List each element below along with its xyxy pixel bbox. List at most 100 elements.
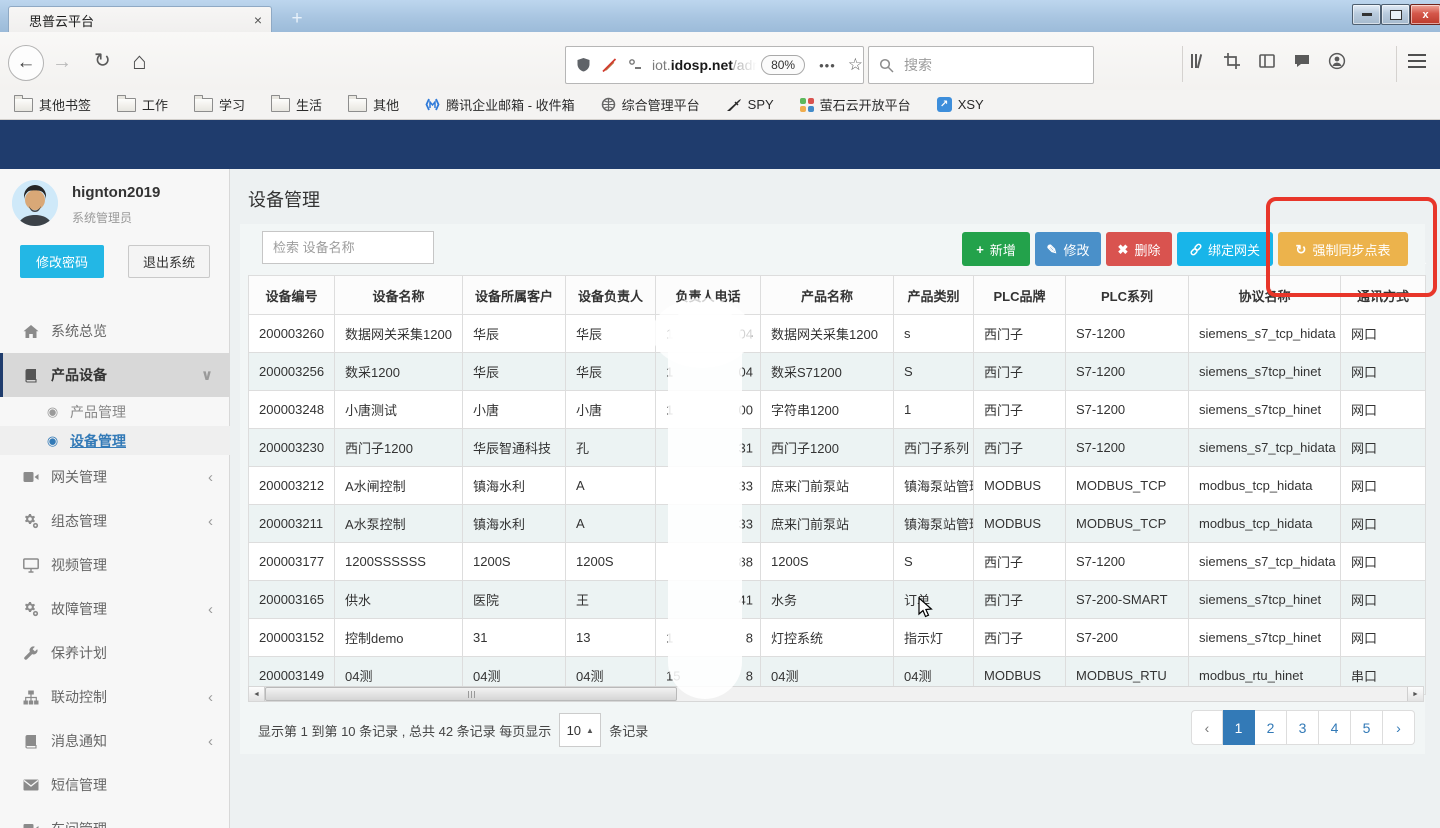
column-header[interactable]: 设备负责人 [566,276,656,315]
prev-page-button[interactable]: ‹ [1191,710,1223,745]
column-header[interactable]: 产品名称 [761,276,894,315]
sidebar-toggle-icon[interactable] [1258,52,1276,70]
edit-button[interactable]: ✎修改 [1035,232,1101,266]
url-domain: idosp.net [671,57,733,73]
column-header[interactable]: PLC系列 [1066,276,1189,315]
forward-button[interactable]: → [52,52,72,72]
folder-icon [117,98,136,112]
column-header[interactable]: PLC品牌 [974,276,1066,315]
sidebar-item-linkage-control[interactable]: 联动控制 ‹ [0,675,230,719]
page-button-4[interactable]: 4 [1319,710,1351,745]
table-cell: 1200S [463,543,566,581]
annotation-red-box [1266,197,1437,297]
column-header[interactable]: 设备编号 [249,276,335,315]
page-size-select[interactable]: 10 ▲ [559,713,601,747]
bookmark-item[interactable]: 腾讯企业邮箱 - 收件箱 [425,95,575,114]
table-cell: 小唐 [566,391,656,429]
table-row[interactable]: 2000031771200SSSSSS1200S1200S881200SS西门子… [249,543,1426,581]
browser-menu-icon[interactable] [1408,54,1426,72]
shield-icon[interactable] [576,57,591,73]
table-row[interactable]: 200003230西门子1200华辰智通科技孔31西门子1200西门子系列西门子… [249,429,1426,467]
page-button-5[interactable]: 5 [1351,710,1383,745]
logout-button[interactable]: 退出系统 [128,245,210,278]
table-cell: S7-1200 [1066,391,1189,429]
page-button-3[interactable]: 3 [1287,710,1319,745]
privacy-blur [668,303,742,699]
sidebar-item-video-management[interactable]: 视频管理 [0,543,230,587]
table-cell: 西门子 [974,581,1066,619]
pagination-summary: 显示第 1 到第 10 条记录 , 总共 42 条记录 每页显示 10 ▲ 条记… [258,713,648,747]
table-cell: A水泵控制 [335,505,463,543]
browser-tab[interactable]: 思普云平台 × [8,6,272,33]
change-password-button[interactable]: 修改密码 [20,245,104,278]
back-button[interactable]: ← [8,45,44,81]
url-bar[interactable]: iot.idosp.net/admin/index.html?langu 80%… [565,46,864,84]
sidebar-item-sms-management[interactable]: 短信管理 [0,763,230,807]
back-icon: ← [17,52,36,74]
table-cell: 西门子 [974,353,1066,391]
page-button-2[interactable]: 2 [1255,710,1287,745]
bookmark-folder[interactable]: 其他 [348,95,399,114]
column-header[interactable]: 产品类别 [894,276,974,315]
page-actions-icon[interactable]: ••• [819,58,836,73]
bookmark-folder[interactable]: 学习 [194,95,245,114]
bookmark-item[interactable]: 萤石云开放平台 [800,95,911,114]
account-icon[interactable] [1328,52,1346,70]
browser-home-button[interactable]: ⌂ [132,48,147,76]
table-row[interactable]: 200003248小唐测试小唐小唐100字符串12001西门子S7-1200si… [249,391,1426,429]
avatar[interactable] [12,180,58,226]
sidebar-item-product-management[interactable]: ◉ 产品管理 [0,397,230,426]
table-row[interactable]: 200003212A水闸控制镇海水利A33庶来门前泵站镇海泵站管理MODBUSM… [249,467,1426,505]
scroll-left-button[interactable]: ◄ [249,687,265,701]
next-page-button[interactable]: › [1383,710,1415,745]
sidebar-item-configuration-management[interactable]: 组态管理 ‹ [0,499,230,543]
bind-gateway-button[interactable]: 绑定网关 [1177,232,1273,266]
bookmark-item[interactable]: ↗ XSY [937,97,984,112]
device-search-input[interactable] [262,231,434,264]
table-row[interactable]: 200003211A水泵控制镇海水利A33庶来门前泵站镇海泵站管理MODBUSM… [249,505,1426,543]
library-icon[interactable] [1188,52,1206,70]
scrollbar-thumb[interactable] [265,687,677,701]
table-row[interactable]: 200003165供水医院王41水务订单西门子S7-200-SMARTsieme… [249,581,1426,619]
table-cell: S7-1200 [1066,543,1189,581]
browser-search-box[interactable] [868,46,1094,84]
delete-button[interactable]: ✖删除 [1106,232,1172,266]
sidebar-item-product-device[interactable]: 产品设备 ∨ [0,353,230,397]
sidebar-item-workshop-management[interactable]: 车间管理 [0,807,230,828]
table-row[interactable]: 200003152控制demo311318灯控系统指示灯西门子S7-200sie… [249,619,1426,657]
add-button[interactable]: +新增 [962,232,1030,266]
window-restore-button[interactable] [1381,4,1410,25]
new-tab-button[interactable]: + [284,8,310,30]
chat-bubble-icon[interactable] [1293,52,1311,70]
scroll-right-button[interactable]: ► [1407,687,1423,701]
bookmark-folder[interactable]: 生活 [271,95,322,114]
column-header[interactable]: 设备名称 [335,276,463,315]
bookmark-folder[interactable]: 其他书签 [14,95,91,114]
table-row[interactable]: 200003260数据网关采集1200华辰华辰104数据网关采集1200s西门子… [249,315,1426,353]
window-close-button[interactable]: x [1410,4,1440,25]
sidebar-item-device-management[interactable]: ◉ 设备管理 [0,426,230,455]
bookmark-item[interactable]: 综合管理平台 [601,95,700,114]
page-button-1[interactable]: 1 [1223,710,1255,745]
table-cell: MODBUS_TCP [1066,467,1189,505]
blocked-pencil-icon[interactable] [601,57,618,74]
sidebar-item-maintenance-plan[interactable]: 保养计划 [0,631,230,675]
bookmark-star-icon[interactable]: ☆ [848,55,863,75]
bookmark-item[interactable]: SPY [726,97,774,112]
screenshot-crop-icon[interactable] [1223,52,1241,70]
horizontal-scrollbar[interactable]: ◄ ► [248,686,1424,702]
bookmark-folder[interactable]: 工作 [117,95,168,114]
window-minimize-button[interactable] [1352,4,1381,25]
column-header[interactable]: 设备所属客户 [463,276,566,315]
browser-search-input[interactable] [902,56,1066,74]
table-row[interactable]: 200003256数采1200华辰华辰104数采S71200S西门子S7-120… [249,353,1426,391]
sidebar-item-fault-management[interactable]: 故障管理 ‹ [0,587,230,631]
reload-button[interactable]: ↻ [94,51,111,71]
permissions-icon[interactable] [628,58,642,72]
zoom-level-badge[interactable]: 80% [761,55,805,75]
sidebar-item-gateway-management[interactable]: 网关管理 ‹ [0,455,230,499]
forward-icon: → [52,51,72,73]
sidebar-item-system-overview[interactable]: 系统总览 [0,309,230,353]
tab-close-icon[interactable]: × [254,13,262,27]
sidebar-item-message-notification[interactable]: 消息通知 ‹ [0,719,230,763]
